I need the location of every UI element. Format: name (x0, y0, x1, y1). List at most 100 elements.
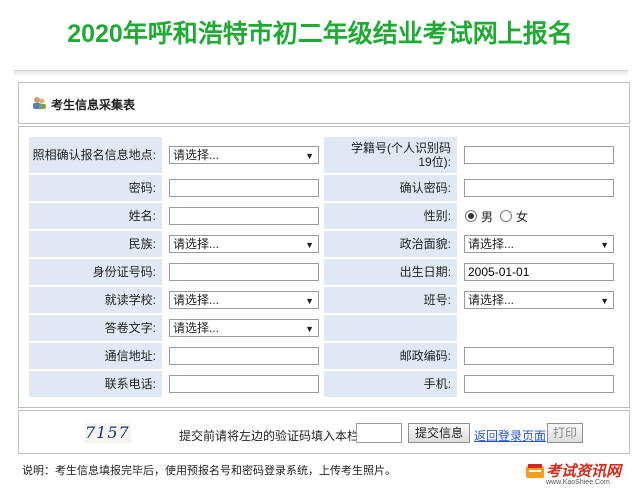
gender-female-label: 女 (516, 209, 529, 224)
id-card-label-cell: 身份证号码: (29, 259, 162, 285)
empty-label-cell (324, 315, 457, 341)
answer-lang-cell: 请选择... ▼ (163, 315, 323, 341)
postcode-cell (458, 343, 622, 369)
mobile-cell (458, 371, 622, 397)
dropdown-arrow-icon: ▼ (305, 151, 314, 161)
form-row: 答卷文字: 请选择... ▼ (29, 315, 622, 341)
school-label: 就读学校: (104, 293, 156, 307)
photo-site-label-cell: 照相确认报名信息地点: (29, 137, 162, 173)
password-input[interactable] (169, 179, 319, 197)
logo-url-text: www.KaoShiee.Com (546, 479, 610, 486)
password-label-cell: 密码: (29, 175, 162, 201)
name-label: 姓名: (128, 209, 156, 223)
confirm-password-label: 确认密码: (399, 181, 451, 195)
book-logo-icon (526, 464, 544, 478)
dropdown-arrow-icon: ▼ (305, 296, 314, 306)
political-label: 政治面貌: (399, 237, 451, 251)
student-id-cell (458, 137, 622, 173)
birthdate-input[interactable] (464, 263, 614, 281)
panel-title: 考生信息采集表 (51, 98, 136, 112)
id-card-label: 身份证号码: (92, 265, 156, 279)
id-card-input[interactable] (169, 263, 319, 281)
mobile-label-cell: 手机: (324, 371, 457, 397)
name-label-cell: 姓名: (29, 203, 162, 229)
address-input[interactable] (169, 347, 319, 365)
instruction-note: 说明：考生信息填报完毕后，使用预报名号和密码登录系统，上传考生照片。 (22, 465, 396, 477)
answer-lang-label-cell: 答卷文字: (29, 315, 162, 341)
name-input[interactable] (169, 207, 319, 225)
confirm-password-input[interactable] (464, 179, 614, 197)
postcode-input[interactable] (464, 347, 614, 365)
political-select[interactable]: 请选择... ▼ (464, 235, 614, 253)
class-select[interactable]: 请选择... ▼ (464, 291, 614, 309)
phone-label: 联系电话: (104, 377, 156, 391)
address-label: 通信地址: (104, 349, 156, 363)
ethnicity-cell: 请选择... ▼ (163, 231, 323, 257)
photo-site-select[interactable]: 请选择... ▼ (169, 146, 319, 164)
answer-lang-value: 请选择... (173, 321, 220, 335)
id-card-cell (163, 259, 323, 285)
address-label-cell: 通信地址: (29, 343, 162, 369)
birthdate-label: 出生日期: (399, 265, 451, 279)
logo-brand-text: 考试资讯网 (546, 463, 622, 480)
form-row: 身份证号码: 出生日期: (29, 259, 622, 285)
phone-label-cell: 联系电话: (29, 371, 162, 397)
site-logo: 考试资讯网 www.KaoShiee.Com (524, 458, 636, 490)
ethnicity-value: 请选择... (173, 237, 220, 251)
empty-value-cell (458, 315, 622, 341)
captcha-image[interactable]: 7157 (85, 423, 131, 443)
captcha-input[interactable] (356, 423, 402, 443)
school-select[interactable]: 请选择... ▼ (169, 291, 319, 309)
gender-male-radio[interactable] (465, 210, 477, 222)
address-cell (163, 343, 323, 369)
form-row: 通信地址: 邮政编码: (29, 343, 622, 369)
title-divider (14, 70, 628, 77)
submit-button[interactable]: 提交信息 (408, 423, 470, 443)
student-id-input[interactable] (464, 146, 614, 164)
dropdown-arrow-icon: ▼ (600, 296, 609, 306)
password-cell (163, 175, 323, 201)
photo-site-label: 照相确认报名信息地点: (32, 148, 156, 162)
mobile-label: 手机: (423, 377, 451, 391)
photo-site-value: 请选择... (173, 148, 220, 162)
political-label-cell: 政治面貌: (324, 231, 457, 257)
form-row: 联系电话: 手机: (29, 371, 622, 397)
ethnicity-label: 民族: (128, 237, 156, 251)
class-label-cell: 班号: (324, 287, 457, 313)
users-icon (33, 97, 46, 109)
print-button[interactable]: 打印 (547, 423, 583, 443)
gender-label: 性别: (423, 209, 451, 223)
answer-lang-label: 答卷文字: (104, 321, 156, 335)
ethnicity-select[interactable]: 请选择... ▼ (169, 235, 319, 253)
ethnicity-label-cell: 民族: (29, 231, 162, 257)
confirm-password-cell (458, 175, 622, 201)
photo-site-cell: 请选择... ▼ (163, 137, 323, 173)
class-label: 班号: (423, 293, 451, 307)
form-row: 姓名: 性别: 男 女 (29, 203, 622, 229)
form-row: 照相确认报名信息地点: 请选择... ▼ 学籍号(个人识别码19位): (29, 137, 622, 173)
dropdown-arrow-icon: ▼ (600, 240, 609, 250)
dropdown-arrow-icon: ▼ (305, 324, 314, 334)
captcha-prompt: 提交前请将左边的验证码填入本栏: (179, 429, 363, 443)
postcode-label-cell: 邮政编码: (324, 343, 457, 369)
gender-female-radio[interactable] (500, 210, 513, 222)
gender-label-cell: 性别: (324, 203, 457, 229)
name-cell (163, 203, 323, 229)
political-cell: 请选择... ▼ (458, 231, 622, 257)
form-row: 民族: 请选择... ▼ 政治面貌: 请选择... ▼ (29, 231, 622, 257)
submit-bar: 7157 提交前请将左边的验证码填入本栏: 提交信息 返回登录页面 打印 (18, 410, 630, 454)
school-label-cell: 就读学校: (29, 287, 162, 313)
form-row: 就读学校: 请选择... ▼ 班号: 请选择... ▼ (29, 287, 622, 313)
page-title: 2020年呼和浩特市初二年级结业考试网上报名 (67, 20, 573, 48)
gender-cell: 男 女 (458, 203, 622, 229)
phone-input[interactable] (169, 375, 319, 393)
birthdate-label-cell: 出生日期: (324, 259, 457, 285)
confirm-password-label-cell: 确认密码: (324, 175, 457, 201)
class-cell: 请选择... ▼ (458, 287, 622, 313)
answer-lang-select[interactable]: 请选择... ▼ (169, 319, 319, 337)
mobile-input[interactable] (464, 375, 614, 393)
panel-header: 考生信息采集表 (18, 82, 630, 124)
back-to-login-link[interactable]: 返回登录页面 (474, 427, 546, 444)
form-row: 密码: 确认密码: (29, 175, 622, 201)
student-id-label: 学籍号(个人识别码19位): (351, 141, 451, 169)
